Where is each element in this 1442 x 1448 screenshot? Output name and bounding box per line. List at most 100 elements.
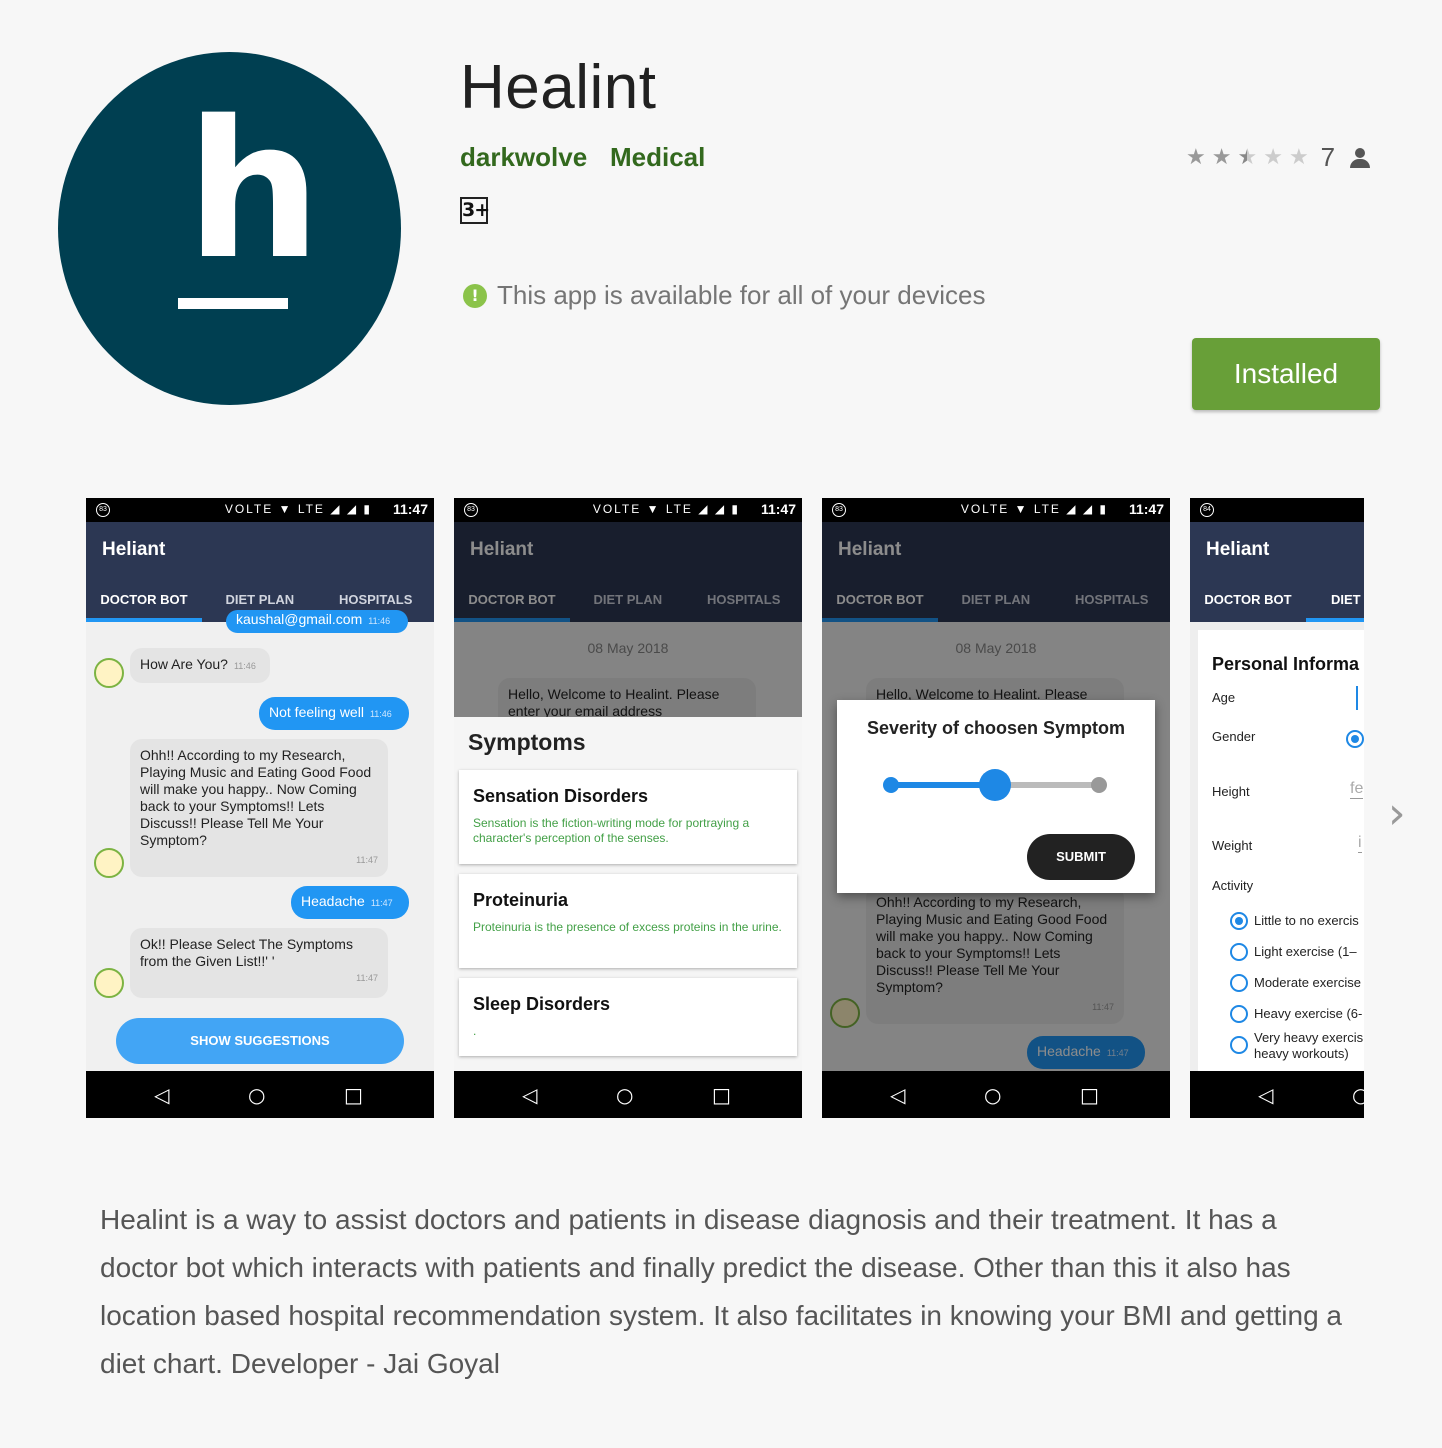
- back-icon[interactable]: ◁: [1258, 1083, 1273, 1107]
- show-suggestions-button[interactable]: SHOW SUGGESTIONS: [116, 1018, 404, 1064]
- activity-radio[interactable]: [1230, 912, 1248, 930]
- app-icon: h: [58, 52, 401, 405]
- info-icon: !: [463, 283, 487, 308]
- rating-count: 7: [1320, 142, 1336, 172]
- status-bar: 83 VOLTE ▼ LTE ◢ ◢ ▮ 11:47: [454, 498, 802, 522]
- activity-option: Heavy exercise (6-: [1254, 1006, 1363, 1021]
- status-time: 11:47: [392, 501, 428, 517]
- chat-area: kaushal@gmail.com 11:46 How Are You? 11:46…: [86, 610, 434, 1071]
- chat-bubble-bot: How Are You? 11:46: [130, 648, 270, 683]
- app-title: Healint: [460, 53, 657, 122]
- activity-radio[interactable]: [1230, 1005, 1248, 1023]
- severity-dialog: Severity of choosen Symptom SUBMIT: [837, 700, 1155, 893]
- personal-info-form: Personal Informa Age Gender Height fe We…: [1190, 622, 1364, 1071]
- activity-radio[interactable]: [1230, 974, 1248, 992]
- chevron-right-icon[interactable]: ›: [1388, 788, 1406, 839]
- symptom-card[interactable]: Sleep Disorders .: [459, 978, 797, 1056]
- star-empty-icon: ★: [1263, 144, 1283, 170]
- slider-thumb[interactable]: [979, 769, 1011, 801]
- chat-bubble-bot: Ok!! Please Select The Symptoms from the…: [130, 928, 388, 998]
- slider-min-dot: [883, 777, 899, 793]
- app-bar-title: Heliant: [102, 539, 166, 560]
- availability-text: This app is available for all of your de…: [497, 280, 986, 310]
- status-bar: 83 VOLTE ▼ LTE ◢ ◢ ▮ 11:47: [86, 498, 434, 522]
- activity-radio[interactable]: [1230, 943, 1248, 961]
- age-label: Age: [1212, 690, 1236, 705]
- slider-max-dot: [1091, 777, 1107, 793]
- bot-avatar: [94, 848, 124, 878]
- weight-label: Weight: [1212, 838, 1253, 853]
- category-link[interactable]: Medical: [610, 142, 705, 173]
- tab-doctor-bot[interactable]: DOCTOR BOT: [86, 592, 202, 607]
- weight-input[interactable]: i: [1358, 834, 1362, 853]
- screenshot-personal-info[interactable]: 84 Heliant DOCTOR BOT DIET I Personal In…: [1190, 498, 1364, 1118]
- chat-bubble-user: kaushal@gmail.com 11:46: [226, 610, 408, 633]
- home-icon[interactable]: ○: [248, 1083, 265, 1107]
- age-input[interactable]: [1356, 686, 1358, 710]
- gender-label: Gender: [1212, 729, 1256, 744]
- star-empty-icon: ★: [1288, 144, 1309, 170]
- submit-button[interactable]: SUBMIT: [1027, 834, 1135, 880]
- chat-bubble-user: Headache 11:47: [291, 886, 409, 919]
- person-icon: [1349, 146, 1371, 170]
- home-icon[interactable]: ○: [984, 1083, 1001, 1107]
- tab-hospitals[interactable]: HOSPITALS: [318, 592, 434, 607]
- symptom-card[interactable]: Sensation Disorders Sensation is the fic…: [459, 770, 797, 864]
- tab-doctor-bot[interactable]: DOCTOR BOT: [1190, 592, 1306, 607]
- height-input[interactable]: fe: [1350, 780, 1364, 799]
- status-icons: VOLTE ▼ LTE ◢ ◢ ▮: [224, 502, 372, 516]
- activity-radio[interactable]: [1230, 1036, 1248, 1054]
- status-icons: VOLTE ▼ LTE ◢ ◢ ▮: [960, 502, 1108, 516]
- installed-button[interactable]: Installed: [1192, 338, 1380, 410]
- bot-avatar: [94, 658, 124, 688]
- recents-icon[interactable]: □: [344, 1083, 363, 1107]
- app-bar: Heliant DOCTOR BOT DIET I: [1190, 522, 1364, 622]
- app-bar-title: Heliant: [1206, 539, 1270, 560]
- activity-option: Little to no exercis: [1254, 913, 1359, 928]
- screenshot-doctor-bot-chat[interactable]: 83 VOLTE ▼ LTE ◢ ◢ ▮ 11:47 Heliant DOCTO…: [86, 498, 434, 1118]
- status-icons: VOLTE ▼ LTE ◢ ◢ ▮: [592, 502, 740, 516]
- chat-bubble-bot: Ohh!! According to my Research, Playing …: [130, 739, 388, 877]
- recents-icon[interactable]: □: [712, 1083, 731, 1107]
- star-icon: ★: [1211, 144, 1232, 170]
- android-nav-bar: ◁ ○ □: [822, 1071, 1170, 1118]
- screenshot-symptoms-list[interactable]: 83 VOLTE ▼ LTE ◢ ◢ ▮ 11:47 Heliant DOCTO…: [454, 498, 802, 1118]
- activity-option: Moderate exercise: [1254, 975, 1361, 990]
- height-label: Height: [1212, 784, 1250, 799]
- chat-bubble-user: Not feeling well 11:46: [259, 697, 409, 730]
- tab-diet-plan[interactable]: DIET PLAN: [202, 592, 318, 607]
- rating-summary[interactable]: ★ ★ ★ ★ ★ 7: [1186, 142, 1371, 173]
- back-icon[interactable]: ◁: [890, 1083, 905, 1107]
- android-nav-bar: ◁ ○ □: [86, 1071, 434, 1118]
- recents-icon[interactable]: □: [1080, 1083, 1099, 1107]
- back-icon[interactable]: ◁: [522, 1083, 537, 1107]
- section-title: Personal Informa: [1212, 654, 1360, 674]
- tab-diet-plan[interactable]: DIET I: [1306, 592, 1364, 607]
- sheet-title: Symptoms: [468, 729, 586, 755]
- app-icon-underline: [178, 298, 288, 309]
- developer-link[interactable]: darkwolve: [460, 142, 587, 173]
- back-icon[interactable]: ◁: [154, 1083, 169, 1107]
- app-icon-letter: h: [186, 80, 322, 301]
- status-time: 11:47: [760, 501, 796, 517]
- star-half-icon: ★: [1237, 144, 1258, 170]
- symptom-card[interactable]: Proteinuria Proteinuria is the presence …: [459, 874, 797, 968]
- availability-notice: ! This app is available for all of your …: [463, 280, 985, 311]
- age-rating-badge: 3+: [460, 197, 490, 224]
- symptoms-sheet: Symptoms Sensation Disorders Sensation i…: [454, 717, 802, 1071]
- android-nav-bar: ◁ ○ □: [454, 1071, 802, 1118]
- activity-option: Light exercise (1–: [1254, 944, 1357, 959]
- dialog-title: Severity of choosen Symptom: [866, 718, 1126, 738]
- status-bar: 83 VOLTE ▼ LTE ◢ ◢ ▮ 11:47: [822, 498, 1170, 522]
- gender-radio[interactable]: [1346, 730, 1364, 748]
- home-icon[interactable]: ○: [1352, 1083, 1364, 1107]
- android-nav-bar: ◁ ○: [1190, 1071, 1364, 1118]
- severity-slider[interactable]: [883, 769, 1107, 801]
- app-bar: Heliant DOCTOR BOT DIET PLAN HOSPITALS: [86, 522, 434, 622]
- home-icon[interactable]: ○: [616, 1083, 633, 1107]
- status-time: 11:47: [1128, 501, 1164, 517]
- bot-avatar: [94, 968, 124, 998]
- screenshot-severity-dialog[interactable]: 83 VOLTE ▼ LTE ◢ ◢ ▮ 11:47 Heliant DOCTO…: [822, 498, 1170, 1118]
- status-bar: 84: [1190, 498, 1364, 522]
- activity-label: Activity: [1212, 878, 1254, 893]
